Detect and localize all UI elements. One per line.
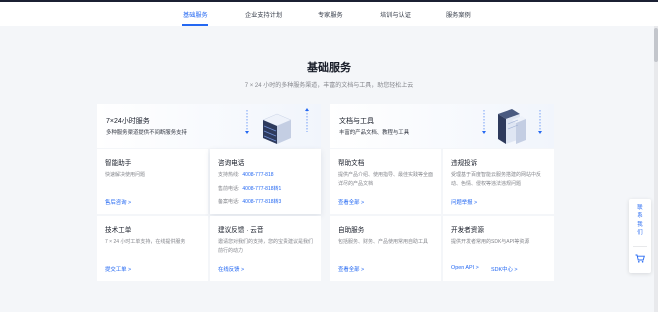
card-desc: 提供产品介绍、使用指导、最佳实践等全面详尽的产品文档 — [338, 172, 434, 187]
scrollbar-track[interactable] — [654, 26, 658, 312]
tab-basic-services[interactable]: 基础服务 — [183, 10, 208, 19]
tab-cases[interactable]: 服务案例 — [446, 10, 471, 19]
online-feedback-link[interactable]: 在线反馈 > — [218, 265, 244, 273]
view-all-tools-link[interactable]: 查看全部 > — [338, 265, 364, 273]
document-illustration-icon — [482, 109, 542, 144]
card-title: 技术工单 — [105, 227, 132, 234]
page-subtitle: 7 × 24 小时的多种服务渠道，丰富的文档与工具，助您轻松上云 — [244, 83, 414, 89]
contact-us-button[interactable]: 联系我们 — [629, 204, 651, 238]
card-title: 违规投诉 — [451, 160, 478, 167]
card-desc: 提供开发者常用的SDK与API等资源 — [451, 239, 530, 245]
card-desc: 受理基于百度智能云服务搭建的网站中反动、色情、侵权等违法违规问题 — [451, 172, 542, 187]
top-nav: 基础服务 企业支持计划 专家服务 培训与认证 服务案例 — [0, 2, 658, 26]
card-title: 咨询电话 — [218, 160, 245, 167]
card-help-docs[interactable]: 帮助文档 提供产品介绍、使用指导、最佳实践等全面详尽的产品文档 查看全部 > — [330, 149, 441, 214]
divider — [633, 246, 647, 247]
group-title: 文档与工具 — [339, 118, 374, 125]
active-tab-indicator — [182, 24, 208, 26]
report-issue-link[interactable]: 问题举报 > — [451, 198, 477, 206]
card-self-service[interactable]: 自助服务 包括服务、财务、产品使用常用自助工具 查看全部 > — [330, 216, 441, 281]
submit-ticket-link[interactable]: 提交工单 > — [105, 265, 131, 273]
card-violation-report[interactable]: 违规投诉 受理基于百度智能云服务搭建的网站中反动、色情、侵权等违法违规问题 问题… — [443, 149, 554, 214]
card-desc: 包括服务、财务、产品使用常用自助工具 — [338, 239, 429, 245]
card-smart-assistant[interactable]: 智能助手 快速解决使用问题 售后咨询 > — [97, 149, 208, 214]
tab-training[interactable]: 培训与认证 — [380, 10, 411, 19]
tab-enterprise-support[interactable]: 企业支持计划 — [245, 10, 282, 19]
card-tech-ticket[interactable]: 技术工单 7 × 24 小时工单支持，在线提供服务 提交工单 > — [97, 216, 208, 281]
phone-number[interactable]: 4008-777-818转1 — [242, 186, 281, 192]
phone-label: 售前电话: — [218, 186, 240, 192]
page-title: 基础服务 — [307, 62, 351, 74]
card-desc: 快速解决使用问题 — [105, 172, 146, 178]
card-developer-resources: 开发者资源 提供开发者常用的SDK与API等资源 Open API > SDK中… — [443, 216, 554, 281]
group-header-docs: 文档与工具 丰富的产品文档、教程与工具 — [330, 104, 554, 148]
card-title: 智能助手 — [105, 160, 132, 167]
floating-contact-bar: 联系我们 — [629, 199, 651, 273]
card-feedback[interactable]: 建议反馈 · 云音 邀请您对我们的支持，您的宝贵建议是我们前行的动力 在线反馈 … — [210, 216, 321, 281]
open-api-link[interactable]: Open API > — [451, 265, 479, 271]
presales-consult-link[interactable]: 售后咨询 > — [105, 198, 131, 206]
phone-label: 支持热线: — [218, 172, 240, 178]
phone-label: 备案电话: — [218, 199, 240, 205]
scrollbar-thumb[interactable] — [654, 28, 658, 62]
view-all-docs-link[interactable]: 查看全部 > — [338, 198, 364, 206]
phone-row-support: 支持热线: 4008-777-818 — [218, 171, 274, 178]
group-header-24h: 7×24小时服务 多种服务渠道提供不间断服务支持 — [97, 104, 321, 148]
contact-us-label: 联系我们 — [637, 205, 643, 237]
group-title: 7×24小时服务 — [106, 118, 150, 125]
phone-row-filing: 备案电话: 4008-777-818转3 — [218, 198, 281, 205]
card-title: 建议反馈 · 云音 — [218, 227, 264, 234]
card-consult-phone: 咨询电话 支持热线: 4008-777-818 售前电话: 4008-777-818… — [210, 149, 321, 214]
card-desc: 邀请您对我们的支持，您的宝贵建议是我们前行的动力 — [218, 239, 314, 254]
cart-icon[interactable] — [635, 254, 645, 263]
phone-number[interactable]: 4008-777-818 — [242, 172, 273, 178]
card-title: 开发者资源 — [451, 227, 484, 234]
card-title: 自助服务 — [338, 227, 365, 234]
server-illustration-icon — [245, 108, 309, 144]
sdk-center-link[interactable]: SDK中心 > — [491, 265, 518, 273]
phone-row-presales: 售前电话: 4008-777-818转1 — [218, 185, 281, 192]
card-title: 帮助文档 — [338, 160, 365, 167]
tab-expert-services[interactable]: 专家服务 — [318, 10, 343, 19]
group-subtitle: 丰富的产品文档、教程与工具 — [339, 130, 410, 136]
phone-number[interactable]: 4008-777-818转3 — [242, 199, 281, 205]
group-subtitle: 多种服务渠道提供不间断服务支持 — [106, 130, 187, 136]
card-desc: 7 × 24 小时工单支持，在线提供服务 — [105, 239, 186, 245]
